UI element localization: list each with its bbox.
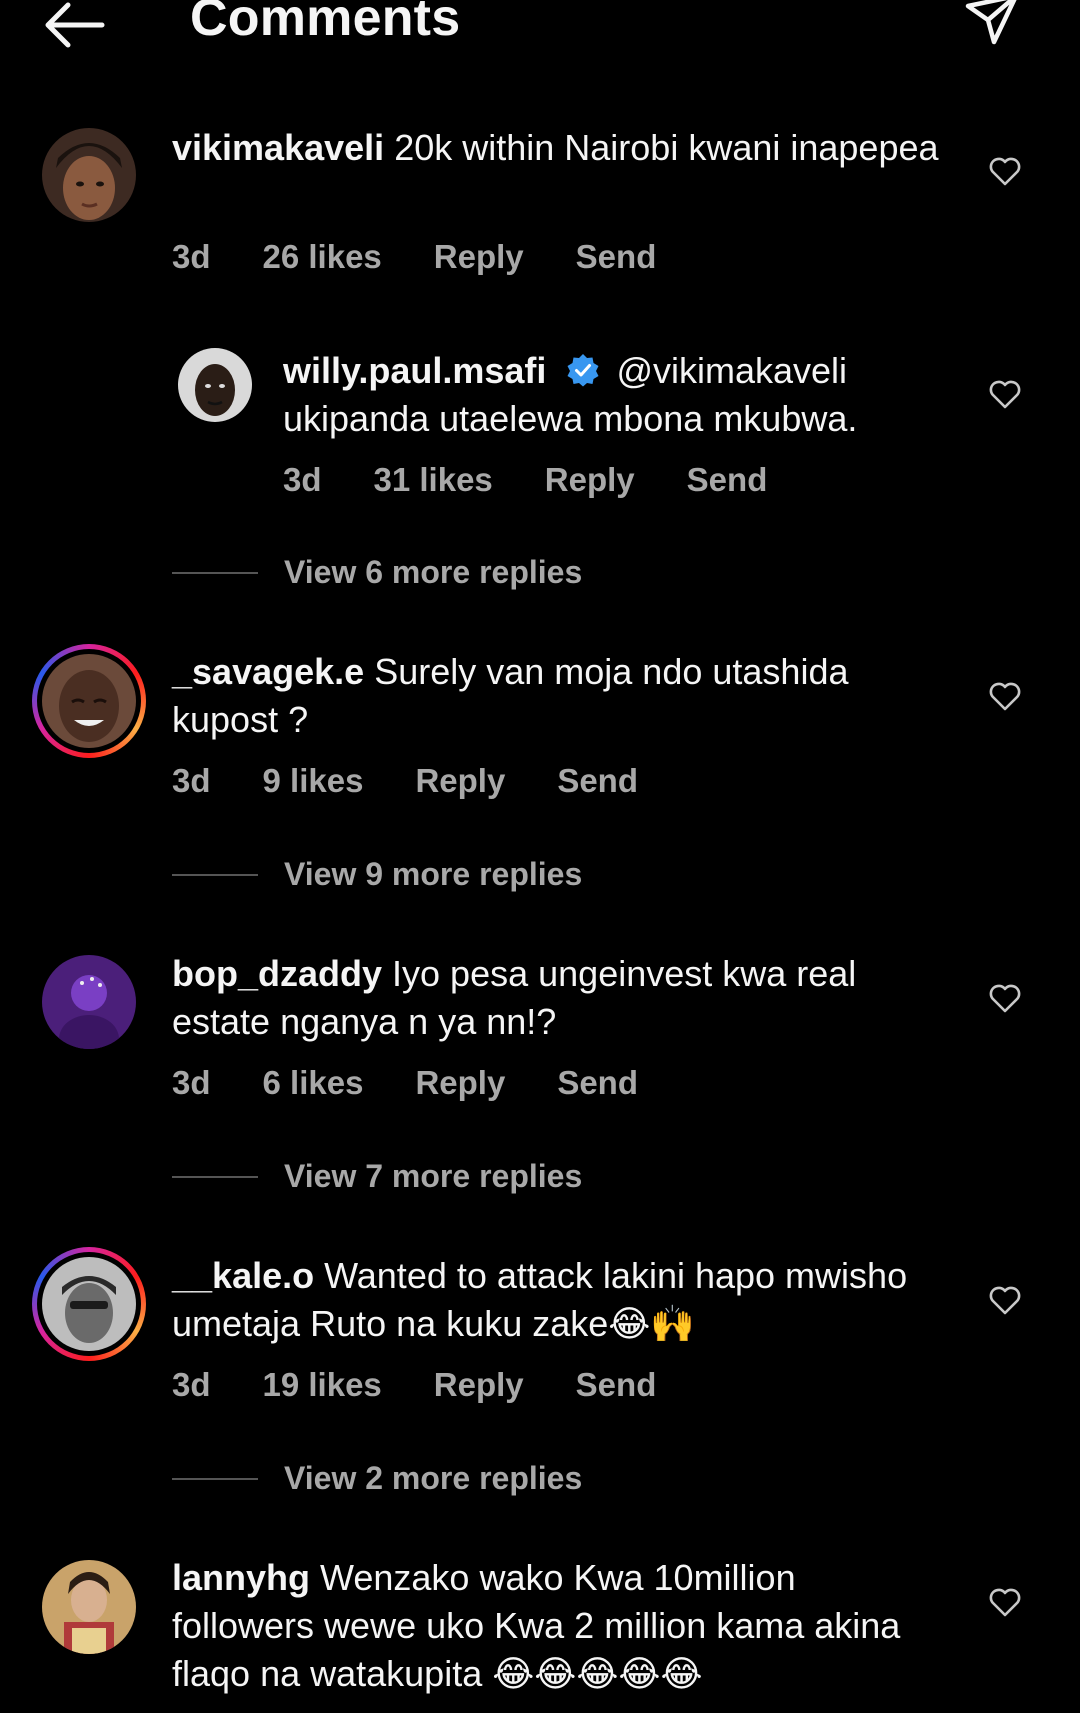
comment-time: 3d [283,461,322,498]
view-more-label[interactable]: View 6 more replies [284,554,582,591]
send-button[interactable]: Send [557,762,638,800]
back-arrow-icon[interactable] [40,0,106,50]
comment-time: 3d [172,762,211,799]
heart-outline-icon[interactable] [988,1283,1022,1317]
view-more-replies[interactable]: View 7 more replies [172,1158,582,1195]
comment-likes[interactable]: 6 likes [263,1064,364,1102]
comment-time: 3d [172,1064,211,1101]
comment-time: 3d [172,238,211,275]
avatar[interactable] [42,654,136,748]
verified-badge-icon [567,354,599,387]
comment-likes[interactable]: 26 likes [263,238,382,276]
divider [172,1477,258,1480]
view-more-label[interactable]: View 7 more replies [284,1158,582,1195]
comment-username[interactable]: __kale.o [172,1255,314,1296]
comment-username[interactable]: bop_dzaddy [172,953,382,994]
heart-outline-icon[interactable] [988,154,1022,188]
reply-button[interactable]: Reply [545,461,635,499]
view-more-label[interactable]: View 2 more replies [284,1460,582,1497]
reply-button[interactable]: Reply [415,762,505,800]
avatar[interactable] [178,348,252,422]
comment-text: 20k within Nairobi kwani inapepea [394,127,939,168]
heart-outline-icon[interactable] [988,1585,1022,1619]
reply-button[interactable]: Reply [415,1064,505,1102]
reply-button[interactable]: Reply [434,238,524,276]
send-button[interactable]: Send [557,1064,638,1102]
paper-plane-icon[interactable] [962,0,1022,50]
comment-likes[interactable]: 9 likes [263,762,364,800]
comment-likes[interactable]: 31 likes [374,461,493,499]
avatar[interactable] [42,955,136,1049]
comment-username[interactable]: lannyhg [172,1557,310,1598]
reply-mention[interactable]: @vikimakaveli [616,350,847,391]
send-button[interactable]: Send [687,461,768,499]
reply-username[interactable]: willy.paul.msafi [283,350,546,391]
comment-likes[interactable]: 19 likes [263,1366,382,1404]
page-title: Comments [190,0,461,47]
avatar[interactable] [42,128,136,222]
heart-outline-icon[interactable] [988,679,1022,713]
header: Comments [0,0,1080,60]
view-more-replies[interactable]: View 9 more replies [172,856,582,893]
view-more-label[interactable]: View 9 more replies [284,856,582,893]
view-more-replies[interactable]: View 2 more replies [172,1460,582,1497]
divider [172,1175,258,1178]
send-button[interactable]: Send [576,238,657,276]
comment-username[interactable]: vikimakaveli [172,127,384,168]
heart-outline-icon[interactable] [988,377,1022,411]
avatar[interactable] [42,1560,136,1654]
divider [172,873,258,876]
reply-text: ukipanda utaelewa mbona mkubwa. [283,398,858,439]
reply-button[interactable]: Reply [434,1366,524,1404]
view-more-replies[interactable]: View 6 more replies [172,554,582,591]
comment-username[interactable]: _savagek.e [172,651,364,692]
comment-time: 3d [172,1366,211,1403]
heart-outline-icon[interactable] [988,981,1022,1015]
divider [172,571,258,574]
send-button[interactable]: Send [576,1366,657,1404]
avatar[interactable] [42,1257,136,1351]
